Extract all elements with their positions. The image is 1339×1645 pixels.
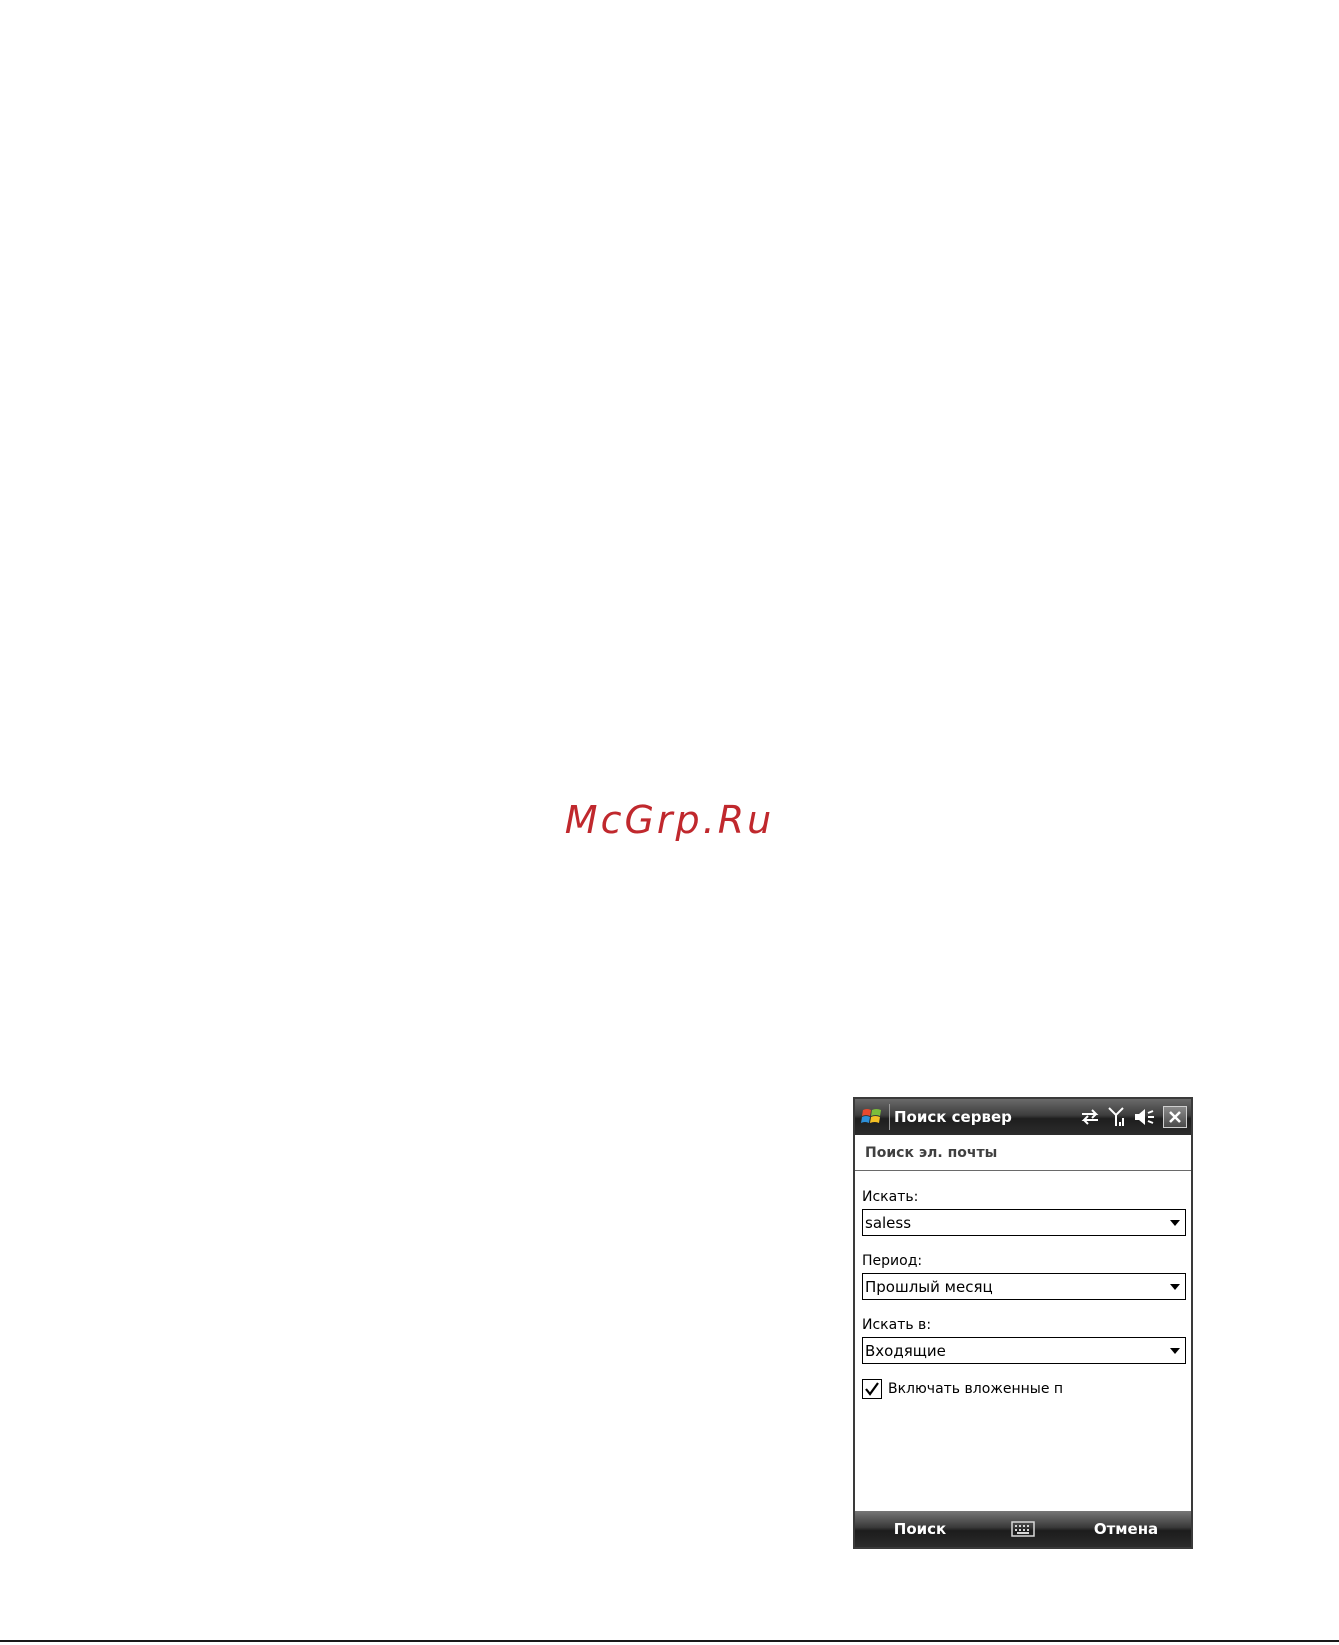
device-screen: Поиск сервер Поиск эл. почты Искать: sal… [853, 1097, 1193, 1549]
windows-start-icon[interactable] [858, 1103, 886, 1131]
title-bar: Поиск сервер [855, 1099, 1191, 1135]
attachments-label: Включать вложенные п [888, 1381, 1064, 1397]
title-separator [889, 1104, 890, 1130]
softkey-bar: Поиск Отмена [855, 1511, 1191, 1547]
page-bottom-rule [0, 1640, 1339, 1642]
signal-antenna-icon[interactable] [1107, 1106, 1127, 1128]
dropdown-arrow-icon[interactable] [1165, 1274, 1185, 1299]
attachments-checkbox[interactable] [862, 1379, 882, 1399]
location-combobox[interactable]: Входящие [862, 1337, 1186, 1364]
search-combobox[interactable]: saless [862, 1209, 1186, 1236]
search-value[interactable]: saless [863, 1214, 1165, 1232]
location-value[interactable]: Входящие [863, 1342, 1165, 1360]
period-value[interactable]: Прошлый месяц [863, 1278, 1165, 1296]
close-icon[interactable] [1163, 1106, 1187, 1128]
page-subheader: Поиск эл. почты [855, 1135, 1191, 1171]
search-label: Искать: [862, 1189, 919, 1205]
search-softkey[interactable]: Поиск [855, 1520, 985, 1538]
sync-arrows-icon[interactable] [1079, 1107, 1101, 1127]
dropdown-arrow-icon[interactable] [1165, 1338, 1185, 1363]
window-title: Поиск сервер [894, 1108, 1012, 1126]
watermark: McGrp.Ru [564, 798, 775, 842]
period-combobox[interactable]: Прошлый месяц [862, 1273, 1186, 1300]
status-icons [1079, 1106, 1187, 1128]
keyboard-icon[interactable] [985, 1521, 1061, 1537]
speaker-muted-icon[interactable] [1133, 1107, 1157, 1127]
attachments-option[interactable]: Включать вложенные п [862, 1379, 1063, 1399]
dropdown-arrow-icon[interactable] [1165, 1210, 1185, 1235]
location-label: Искать в: [862, 1317, 932, 1333]
cancel-softkey[interactable]: Отмена [1061, 1520, 1191, 1538]
period-label: Период: [862, 1253, 923, 1269]
